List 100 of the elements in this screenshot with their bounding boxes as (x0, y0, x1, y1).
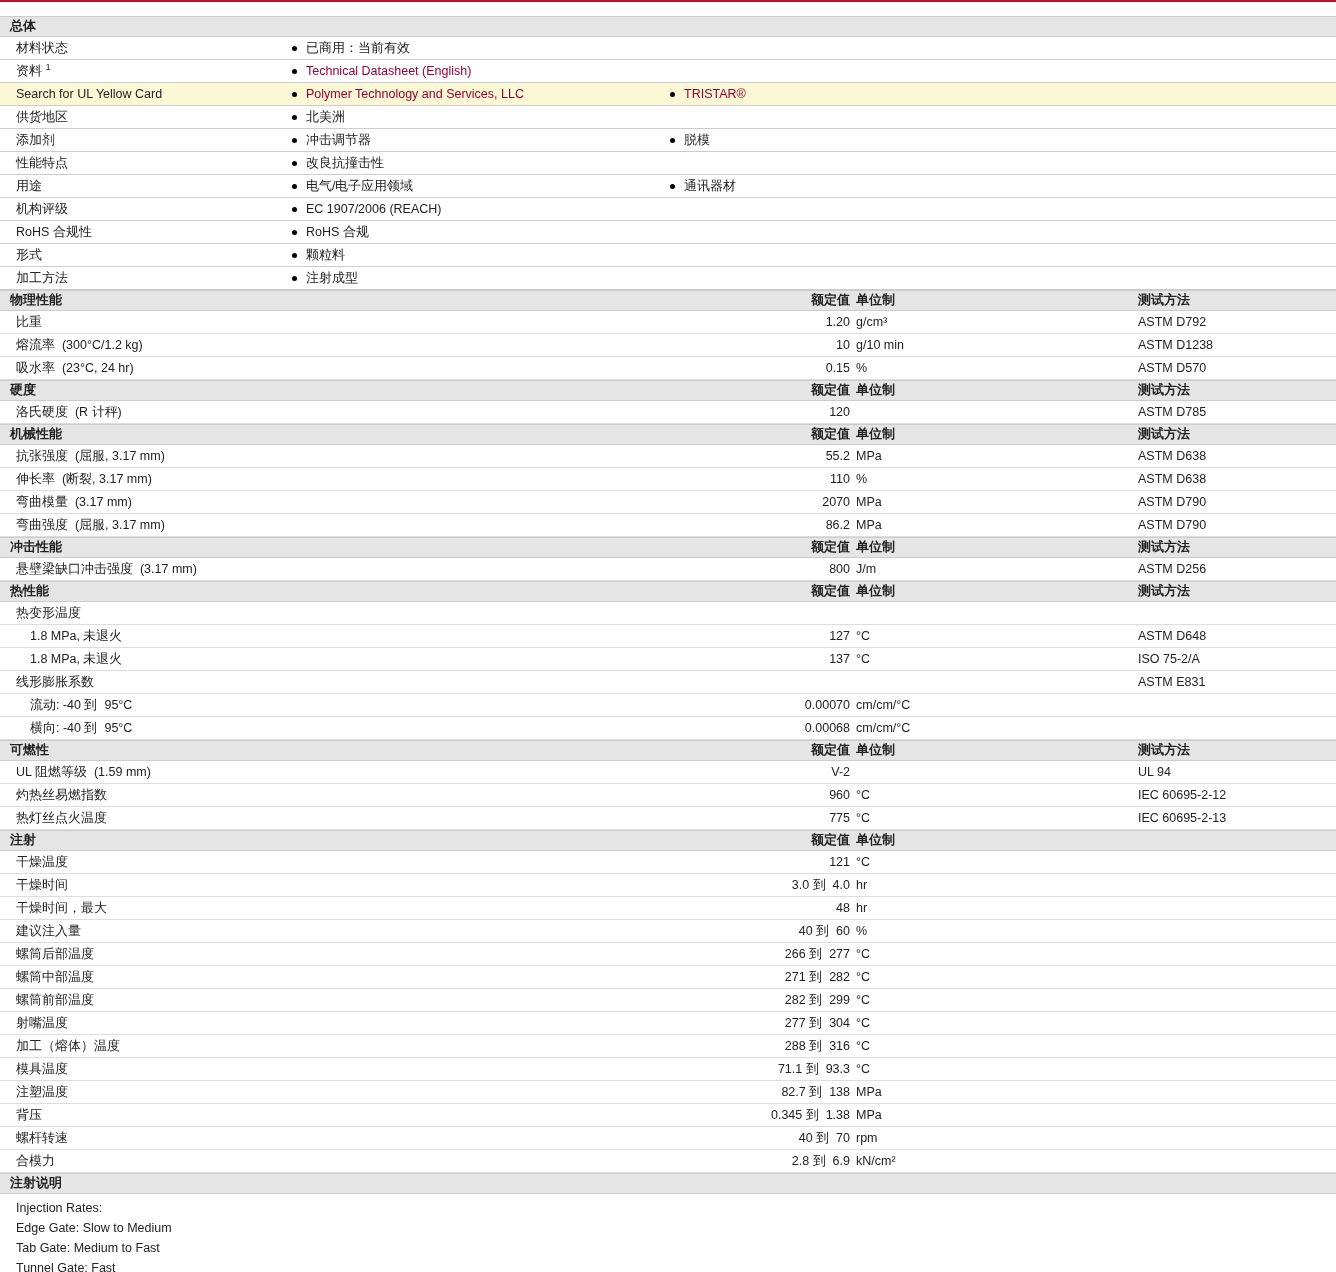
test-method: ASTM D570 (1138, 359, 1208, 377)
property-value: 271 到 282 (783, 968, 850, 986)
datasheet-link[interactable]: Technical Datasheet (English) (306, 61, 472, 81)
general-value: 脱模 (684, 131, 710, 149)
column-header: 单位制 (855, 583, 896, 601)
property-unit: % (855, 470, 869, 488)
column-header: 额定值 (810, 426, 850, 444)
property-label: 熔流率 (300°C/1.2 kg) (15, 336, 144, 354)
property-value: 960 (828, 786, 850, 804)
property-unit: °C (855, 945, 872, 963)
property-unit: °C (855, 650, 872, 668)
general-value: 冲击调节器 (306, 131, 371, 149)
column-header: 测试方法 (1138, 741, 1191, 760)
datasheet-link[interactable]: TRISTAR® (684, 84, 746, 104)
property-label: 建议注入量 (15, 922, 82, 940)
property-value: 86.2 (824, 516, 850, 534)
test-method: IEC 60695-2-12 (1138, 786, 1228, 804)
section-title: 硬度 (9, 381, 37, 400)
column-header: 测试方法 (1138, 582, 1191, 601)
property-label: 比重 (15, 313, 43, 331)
column-header: 测试方法 (1138, 381, 1191, 400)
column-header: 单位制 (855, 539, 896, 557)
property-unit: °C (855, 968, 872, 986)
property-label: 模具温度 (15, 1060, 69, 1078)
property-value: 48 (835, 899, 850, 917)
property-label: 灼热丝易燃指数 (15, 786, 108, 804)
section-title: 注射 (9, 832, 37, 850)
property-label: 线形膨胀系数 (15, 673, 95, 691)
general-value: 通讯器材 (684, 177, 736, 195)
property-value: 0.00068 (803, 719, 850, 737)
property-label: 注塑温度 (15, 1083, 69, 1101)
section-title: 总体 (8, 18, 37, 36)
general-label: 资料 $^{1}$ (15, 61, 52, 80)
property-label: 热变形温度 (15, 604, 82, 622)
column-header: 额定值 (810, 539, 850, 557)
test-method: ISO 75-2/A (1138, 650, 1201, 668)
property-unit: rpm (855, 1129, 879, 1147)
property-value: 2070 (821, 493, 850, 511)
property-label: 螺杆转速 (15, 1129, 69, 1147)
bullet-icon (670, 91, 675, 97)
general-value: EC 1907/2006 (REACH) (306, 200, 442, 218)
test-method: ASTM D792 (1138, 313, 1208, 331)
test-method: ASTM D256 (1138, 560, 1208, 578)
note-line: Tunnel Gate: Fast (16, 1260, 117, 1272)
property-value: 82.7 到 138 (780, 1083, 850, 1101)
datasheet-link[interactable]: Polymer Technology and Services, LLC (306, 84, 524, 104)
property-value: 3.0 到 4.0 (790, 876, 850, 894)
property-label: 弯曲模量 (3.17 mm) (15, 493, 133, 511)
bullet-icon (670, 137, 675, 143)
bullet-icon (670, 183, 675, 189)
general-label: 添加剂 (15, 131, 56, 149)
column-header: 额定值 (810, 382, 850, 400)
bullet-icon (292, 137, 297, 143)
bullet-icon (292, 114, 297, 120)
property-value: 110 (829, 470, 850, 488)
general-value: 北美洲 (306, 108, 345, 126)
property-unit: °C (855, 809, 872, 827)
property-label: 1.8 MPa, 未退火 (29, 627, 124, 645)
column-header: 额定值 (810, 832, 850, 850)
property-value: 0.345 到 1.38 (769, 1106, 850, 1124)
property-value: 775 (828, 809, 850, 827)
property-unit: °C (855, 853, 872, 871)
section-title: 可燃性 (9, 742, 50, 760)
column-header: 额定值 (810, 583, 850, 601)
column-header: 额定值 (810, 292, 850, 310)
note-line: Edge Gate: Slow to Medium (16, 1220, 173, 1237)
general-label: 性能特点 (15, 154, 69, 172)
property-value: 277 到 304 (783, 1014, 850, 1032)
column-header: 测试方法 (1138, 538, 1191, 557)
property-value: 40 到 60 (797, 922, 850, 940)
property-value: 127 (828, 627, 850, 645)
property-label: 吸水率 (23°C, 24 hr) (15, 359, 135, 377)
property-label: 悬壁梁缺口冲击强度 (3.17 mm) (15, 560, 198, 578)
property-value: 121 (828, 853, 850, 871)
property-unit: g/cm³ (855, 313, 889, 331)
property-label: 加工（熔体）温度 (15, 1037, 121, 1055)
property-label: 干燥时间，最大 (15, 899, 108, 917)
note-line: Tab Gate: Medium to Fast (16, 1240, 161, 1257)
general-label: 用途 (15, 177, 43, 195)
property-value: 0.00070 (803, 696, 850, 714)
column-header: 测试方法 (1138, 291, 1191, 310)
test-method: ASTM E831 (1138, 673, 1207, 691)
property-value: 120 (828, 403, 850, 421)
general-value: RoHS 合规 (306, 223, 369, 241)
general-label: 材料状态 (15, 39, 69, 57)
property-label: 合模力 (15, 1152, 56, 1170)
general-value: 注射成型 (306, 269, 358, 287)
general-label: 机构评级 (15, 200, 69, 218)
bullet-icon (292, 183, 297, 189)
property-label: 伸长率 (断裂, 3.17 mm) (15, 470, 153, 488)
property-label: 洛氏硬度 (R 计秤) (15, 403, 123, 421)
bullet-icon (292, 91, 297, 97)
property-unit: kN/cm² (855, 1152, 897, 1170)
column-header: 额定值 (810, 742, 850, 760)
column-header: 单位制 (855, 832, 896, 850)
bullet-icon (292, 229, 297, 235)
test-method: ASTM D790 (1138, 493, 1208, 511)
section-title: 冲击性能 (9, 539, 63, 557)
property-unit: MPa (855, 516, 883, 534)
property-value: 71.1 到 93.3 (776, 1060, 850, 1078)
